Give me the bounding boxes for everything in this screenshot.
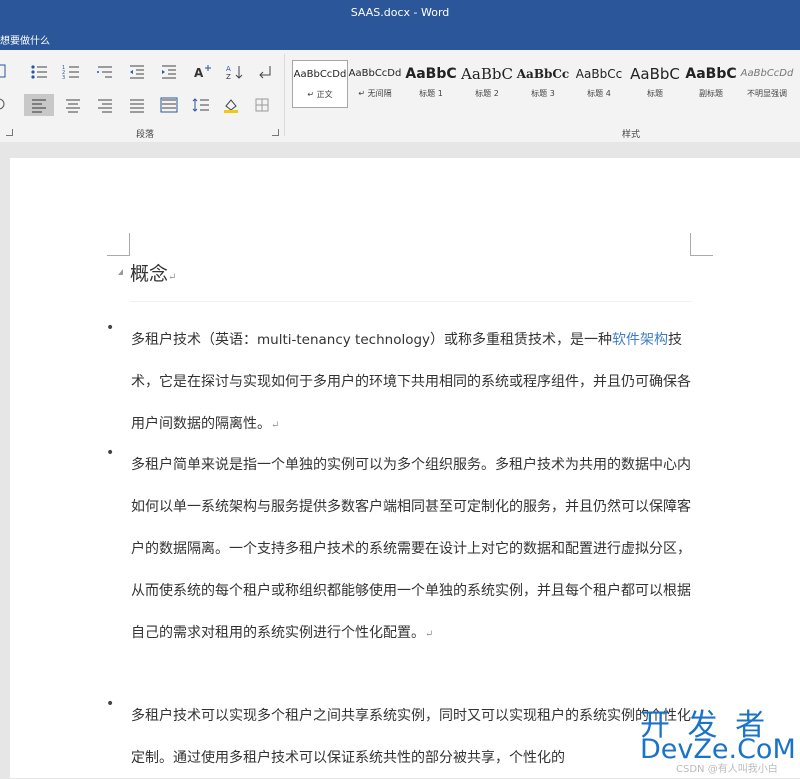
increase-indent-icon[interactable] bbox=[160, 64, 178, 80]
style-no-spacing[interactable]: AaBbCcDd ↵ 无间隔 bbox=[348, 60, 402, 106]
tell-me-text[interactable]: 想要做什么 bbox=[0, 32, 50, 47]
cut-off-icon-2[interactable] bbox=[0, 96, 8, 112]
multilevel-list-icon[interactable] bbox=[96, 64, 114, 80]
ribbon: 123 A AZ 段落 AaBbCcDd ↵ 正文 AaBbCcDd ↵ 无间隔… bbox=[0, 50, 800, 143]
bullets-icon[interactable] bbox=[30, 64, 48, 80]
crop-mark-top-left bbox=[107, 233, 130, 256]
link-software-architecture[interactable]: 软件架构 bbox=[612, 332, 668, 348]
cut-off-icon[interactable] bbox=[0, 63, 8, 79]
style-subtitle[interactable]: AaBbC 副标题 bbox=[684, 60, 738, 106]
bullet-2: • bbox=[106, 445, 115, 461]
style-heading-1[interactable]: AaBbC 标题 1 bbox=[404, 60, 458, 106]
style-heading-4[interactable]: AaBbCc 标题 4 bbox=[572, 60, 626, 106]
distribute-icon[interactable] bbox=[160, 97, 178, 113]
shading-icon[interactable] bbox=[222, 97, 240, 113]
window-title: SAAS.docx - Word bbox=[350, 6, 450, 19]
style-heading-3[interactable]: AaBbCc 标题 3 bbox=[516, 60, 570, 106]
page[interactable]: 概念↵ • 多租户技术（英语：multi-tenancy technology）… bbox=[10, 158, 800, 778]
svg-text:A: A bbox=[226, 65, 231, 73]
numbering-icon[interactable]: 123 bbox=[62, 64, 80, 81]
show-marks-icon[interactable] bbox=[256, 64, 274, 80]
line-spacing-icon[interactable] bbox=[192, 97, 210, 113]
style-heading-2[interactable]: AaBbC 标题 2 bbox=[460, 60, 514, 106]
paragraph-1[interactable]: 多租户技术（英语：multi-tenancy technology）或称多重租赁… bbox=[131, 319, 691, 447]
heading-underline bbox=[130, 301, 692, 302]
justify-icon[interactable] bbox=[128, 97, 146, 113]
heading-concept[interactable]: 概念↵ bbox=[130, 259, 176, 286]
paragraph-3[interactable]: 多租户技术可以实现多个租户之间共享系统实例，同时又可以实现租户的系统实例的个性化… bbox=[131, 695, 691, 779]
group-label-styles: 样式 bbox=[622, 130, 641, 140]
group-label-paragraph: 段落 bbox=[136, 130, 155, 140]
style-title[interactable]: AaBbC 标题 bbox=[628, 60, 682, 106]
crop-mark-top-right bbox=[690, 233, 713, 256]
collapse-heading-icon[interactable] bbox=[118, 269, 123, 275]
bullet-1: • bbox=[106, 320, 115, 336]
watermark-logo: 开 发 者 DevZe.CoM CSDN @有人叫我小白 bbox=[640, 708, 796, 775]
asian-layout-icon[interactable]: A bbox=[194, 64, 212, 80]
decrease-indent-icon[interactable] bbox=[128, 64, 146, 80]
paragraph-launcher-icon[interactable] bbox=[272, 129, 279, 136]
paragraph-2[interactable]: 多租户简单来说是指一个单独的实例可以为多个组织服务。多租户技术为共用的数据中心内… bbox=[131, 444, 691, 656]
title-bar: SAAS.docx - Word bbox=[0, 0, 800, 26]
svg-text:3: 3 bbox=[62, 75, 65, 80]
svg-text:A: A bbox=[194, 66, 204, 80]
font-launcher-icon[interactable] bbox=[6, 129, 13, 136]
sort-icon[interactable]: AZ bbox=[226, 64, 244, 81]
bullet-3: • bbox=[106, 696, 115, 712]
align-right-icon[interactable] bbox=[96, 97, 114, 113]
borders-icon[interactable] bbox=[254, 97, 272, 113]
style-subtle-emphasis[interactable]: AaBbCcDd 不明显强调 bbox=[740, 60, 794, 106]
style-normal[interactable]: AaBbCcDd ↵ 正文 bbox=[292, 60, 348, 108]
document-area: 概念↵ • 多租户技术（英语：multi-tenancy technology）… bbox=[0, 142, 800, 778]
tell-me-bar[interactable]: 想要做什么 bbox=[0, 26, 800, 50]
svg-text:Z: Z bbox=[226, 73, 231, 80]
styles-gallery: AaBbCcDd ↵ 正文 AaBbCcDd ↵ 无间隔 AaBbC 标题 1 … bbox=[290, 60, 796, 108]
align-left-button[interactable] bbox=[24, 94, 54, 116]
align-center-icon[interactable] bbox=[64, 97, 82, 113]
group-separator bbox=[284, 54, 285, 136]
